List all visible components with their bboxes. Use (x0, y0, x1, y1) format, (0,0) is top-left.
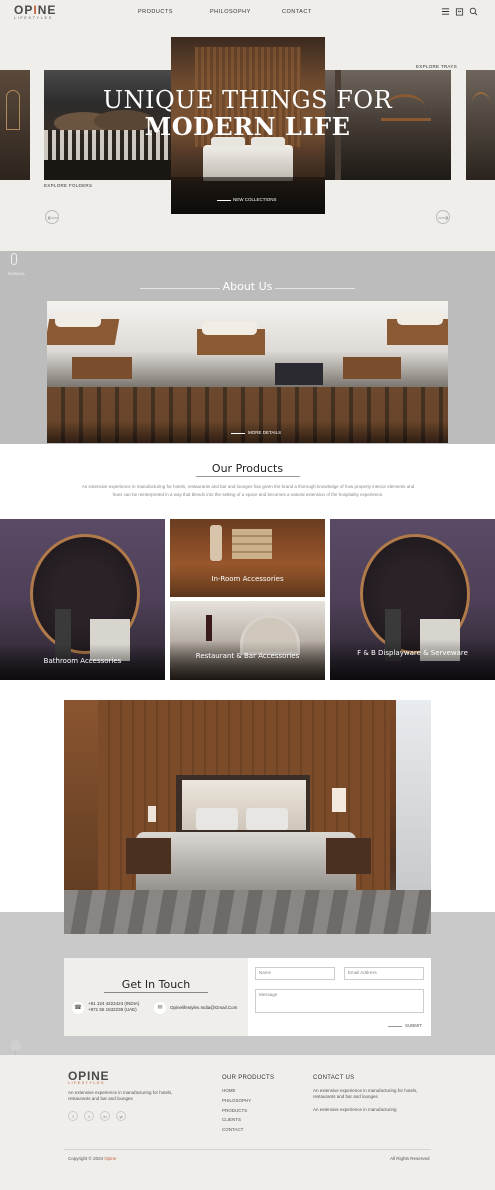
arrow-left-icon (47, 215, 58, 221)
contact-title: Get In Touch (121, 978, 191, 991)
more-details-link[interactable]: MORE DETAILS (248, 430, 281, 435)
products-description: An extensive experience in manufacturing… (81, 484, 415, 497)
product-label-fb-displayware: F & B Displayware & Serveware (357, 649, 468, 657)
email-field[interactable]: Email Address (344, 967, 424, 980)
menu-icon[interactable] (441, 7, 450, 16)
site-footer: OPINE LIFESTYLES An extensive experience… (0, 1055, 495, 1190)
footer-products-heading: OUR PRODUCTS (222, 1075, 275, 1081)
explore-folders-link[interactable]: EXPLORE FOLDERS (44, 183, 92, 188)
about-section: SCROLL About Us MORE DETAILS (0, 251, 495, 444)
scroll-top-indicator[interactable] (10, 1040, 21, 1051)
footer-link-clients[interactable]: CLIENTS (222, 1117, 241, 1123)
contact-form: Name Email Address Message SUBMIT (248, 958, 431, 1036)
submit-button[interactable]: SUBMIT (405, 1023, 422, 1028)
mail-icon: ✉ (154, 1002, 166, 1014)
scroll-mouse-icon (11, 253, 17, 265)
footer-divider (64, 1149, 431, 1150)
message-field[interactable]: Message (255, 989, 424, 1013)
new-collections-line (217, 200, 231, 201)
about-title: About Us (222, 280, 273, 293)
bag-icon[interactable] (455, 7, 464, 16)
logo-subtitle: LIFESTYLES (14, 15, 53, 20)
footer-contact-heading: CONTACT US (313, 1075, 355, 1081)
footer-link-home[interactable]: HOME (222, 1088, 236, 1094)
contact-info-card: Get In Touch ☎ +91 124 4222424 (INDIA) +… (64, 958, 248, 1036)
new-collections-link[interactable]: NEW COLLECTIONS (233, 197, 277, 202)
product-label-bathroom: Bathroom Accessories (43, 657, 122, 665)
phone-uae[interactable]: +971 55 1532239 (UAE) (88, 1007, 137, 1012)
contact-title-underline (104, 992, 208, 993)
footer-link-products[interactable]: PRODUCTS (222, 1108, 247, 1114)
footer-contact-text-2: An extensive experience in manufacturing (313, 1107, 397, 1112)
bedroom-image (64, 700, 431, 934)
nav-philosophy[interactable]: PHILOSOPHY (210, 9, 251, 15)
product-tile-in-room[interactable]: In-Room Accessories (170, 519, 325, 597)
phone-india[interactable]: +91 124 4222424 (INDIA) (88, 1001, 139, 1006)
prev-slide-button[interactable] (45, 210, 59, 224)
products-title-underline (196, 476, 300, 477)
copyright: Copyright © 2024 Opine (68, 1156, 116, 1162)
products-title: Our Products (211, 462, 284, 475)
instagram-icon[interactable]: in (100, 1111, 110, 1121)
arrow-right-icon (438, 215, 449, 221)
next-slide-button[interactable] (436, 210, 450, 224)
footer-contact-text-1: An extensive experience in manufacturing… (313, 1088, 418, 1099)
hero-title-line2: MODERN LIFE (144, 112, 351, 141)
product-tile-bathroom[interactable]: Bathroom Accessories (0, 519, 165, 680)
submit-line (388, 1026, 402, 1027)
product-tile-restaurant-bar[interactable]: Restaurant & Bar Accessories (170, 601, 325, 680)
about-image: MORE DETAILS (47, 301, 448, 443)
product-label-restaurant-bar: Restaurant & Bar Accessories (195, 652, 300, 660)
explore-trays-link[interactable]: EXPLORE TRAYS (416, 64, 457, 69)
copyright-brand[interactable]: Opine (104, 1156, 116, 1161)
footer-logo-subtitle: LIFESTYLES (68, 1080, 105, 1085)
site-header: OPINE LIFESTYLES PRODUCTS PHILOSOPHY CON… (0, 0, 495, 26)
name-field[interactable]: Name (255, 967, 335, 980)
hero-slider: NEW COLLECTIONS UNIQUE THINGS FOR MODERN… (0, 26, 495, 251)
copyright-text: Copyright © 2024 (68, 1156, 104, 1161)
footer-link-contact[interactable]: CONTACT (222, 1127, 243, 1133)
footer-about-text: An extensive experience in manufacturing… (68, 1090, 173, 1101)
phone-icon: ☎ (72, 1002, 84, 1014)
nav-contact[interactable]: CONTACT (282, 9, 312, 15)
twitter-icon[interactable]: t (84, 1111, 94, 1121)
hero-title-line1: UNIQUE THINGS FOR (102, 86, 393, 114)
product-tile-fb-displayware[interactable]: F & B Displayware & Serveware (330, 519, 495, 680)
footer-link-philosophy[interactable]: PHILOSOPHY (222, 1098, 251, 1104)
rights-reserved: All Rights Reserved (390, 1156, 430, 1161)
product-label-in-room: In-Room Accessories (211, 575, 284, 583)
nav-products[interactable]: PRODUCTS (138, 9, 173, 15)
facebook-icon[interactable]: f (68, 1111, 78, 1121)
youtube-icon[interactable]: yt (116, 1111, 126, 1121)
more-details-line (231, 433, 245, 434)
scroll-label: SCROLL (8, 271, 26, 276)
search-icon[interactable] (469, 7, 478, 16)
contact-email[interactable]: Opinelifestyles.India@Gmail.Com (170, 1005, 237, 1010)
